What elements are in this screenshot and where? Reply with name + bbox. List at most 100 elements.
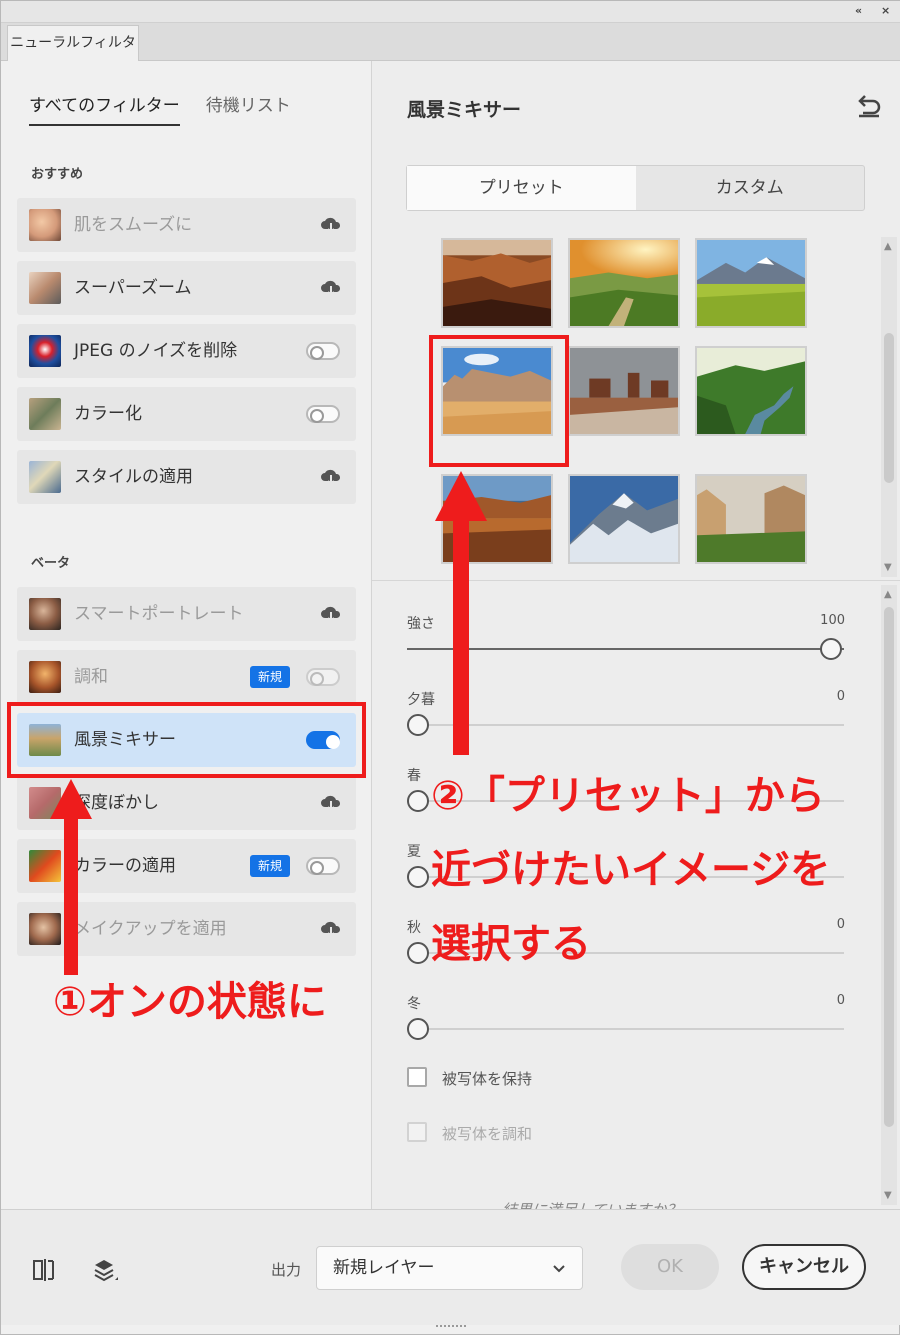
annotation-step1: ①オンの状態に: [53, 979, 327, 1025]
preset-monument-valley[interactable]: [568, 346, 680, 436]
segment-custom[interactable]: カスタム: [636, 166, 865, 210]
scroll-down-icon[interactable]: ▼: [884, 562, 892, 573]
filter-item-style-transfer[interactable]: スタイルの適用: [17, 450, 356, 504]
filter-item-harmonization[interactable]: 調和 新規: [17, 650, 356, 704]
annotation-step2-line2: 近づけたいイメージを: [431, 847, 831, 893]
slider-knob-summer[interactable]: [407, 866, 429, 888]
filter-tabs: すべてのフィルター 待機リスト: [29, 91, 291, 126]
slider-value-winter: 0: [836, 993, 845, 1008]
new-badge: 新規: [249, 666, 290, 688]
thumb-skin-smoothing: [29, 209, 61, 241]
filter-toggle[interactable]: [306, 342, 340, 360]
filter-item-label: スタイルの適用: [74, 467, 193, 487]
layers-icon[interactable]: [93, 1258, 119, 1282]
slider-value-strength: 100: [820, 613, 845, 628]
checkbox-label-harmonize-subject: 被写体を調和: [442, 1125, 533, 1143]
slider-knob-winter[interactable]: [407, 1018, 429, 1040]
panel-title: 風景ミキサー: [407, 99, 522, 121]
split-view-icon[interactable]: [31, 1258, 57, 1282]
preset-custom-segmented-control: プリセット カスタム: [406, 165, 865, 211]
cloud-download-icon[interactable]: [320, 215, 342, 235]
filter-item-super-zoom[interactable]: スーパーズーム: [17, 261, 356, 315]
panel-tab-strip: ニューラルフィルター: [1, 23, 900, 85]
output-value: 新規レイヤー: [333, 1258, 435, 1278]
slider-label-summer: 夏: [407, 844, 421, 860]
thumb-colorize: [29, 398, 61, 430]
bottom-bar: 出力 新規レイヤー OK キャンセル: [1, 1209, 900, 1325]
highlight-preset-desert-cliffs: [429, 335, 569, 467]
filter-item-smart-portrait[interactable]: スマートポートレート: [17, 587, 356, 641]
slider-knob-autumn[interactable]: [407, 942, 429, 964]
filter-list-panel: すべてのフィルター 待機リスト おすすめ 肌をスムーズに スーパーズーム JPE…: [1, 61, 372, 1209]
cloud-download-icon[interactable]: [320, 793, 342, 813]
slider-label-dusk: 夕暮: [407, 692, 435, 708]
annotation-arrow-up-right: [435, 471, 487, 755]
segment-preset[interactable]: プリセット: [407, 166, 636, 210]
cloud-download-icon[interactable]: [320, 919, 342, 939]
output-label: 出力: [271, 1261, 302, 1279]
filter-toggle[interactable]: [306, 405, 340, 423]
preset-river-valley[interactable]: [695, 346, 807, 436]
thumb-harmonization: [29, 661, 61, 693]
scroll-up-icon[interactable]: ▲: [884, 241, 892, 252]
preset-scrollbar[interactable]: ▲ ▼: [881, 237, 897, 577]
ok-button[interactable]: OK: [621, 1244, 719, 1290]
close-icon[interactable]: ×: [881, 4, 890, 17]
tab-all-filters[interactable]: すべてのフィルター: [29, 91, 180, 126]
slider-knob-dusk[interactable]: [407, 714, 429, 736]
slider-knob-spring[interactable]: [407, 790, 429, 812]
new-badge: 新規: [249, 855, 290, 877]
preset-yosemite-valley[interactable]: [695, 474, 807, 564]
scroll-down-icon[interactable]: ▼: [884, 1190, 892, 1201]
window-titlebar: « ×: [1, 1, 900, 23]
highlight-landscape-mixer: [7, 702, 366, 778]
filter-item-jpeg-noise[interactable]: JPEG のノイズを削除: [17, 324, 356, 378]
filter-toggle[interactable]: [306, 857, 340, 875]
thumb-smart-portrait: [29, 598, 61, 630]
cloud-download-icon[interactable]: [320, 467, 342, 487]
filter-item-label: 調和: [74, 667, 108, 687]
tab-wait-list[interactable]: 待機リスト: [206, 91, 291, 126]
cancel-button[interactable]: キャンセル: [742, 1244, 866, 1290]
checkbox-label-preserve-subject: 被写体を保持: [442, 1070, 533, 1088]
filter-item-label: JPEG のノイズを削除: [74, 341, 238, 361]
panel-tab-neural-filters[interactable]: ニューラルフィルター: [7, 25, 139, 85]
filter-item-skin-smoothing[interactable]: 肌をスムーズに: [17, 198, 356, 252]
cloud-download-icon[interactable]: [320, 604, 342, 624]
preset-mountain-meadow[interactable]: [695, 238, 807, 328]
filter-item-label: カラー化: [74, 404, 142, 424]
reset-icon[interactable]: [855, 95, 883, 119]
filter-item-colorize[interactable]: カラー化: [17, 387, 356, 441]
resize-grip[interactable]: [436, 1325, 466, 1331]
filter-item-label: 肌をスムーズに: [74, 215, 193, 235]
section-recommended: おすすめ: [31, 167, 84, 182]
collapse-icon[interactable]: «: [855, 4, 862, 17]
slider-label-winter: 冬: [407, 996, 421, 1012]
filter-item-label: スマートポートレート: [74, 604, 244, 624]
preset-sunrise-meadow[interactable]: [568, 238, 680, 328]
filter-item-label: メイクアップを適用: [74, 919, 227, 939]
annotation-step2-line1: ②「プリセット」から: [431, 773, 825, 819]
filter-toggle[interactable]: [306, 668, 340, 686]
preset-snowy-peaks[interactable]: [568, 474, 680, 564]
slider-label-spring: 春: [407, 768, 421, 784]
thumb-style-transfer: [29, 461, 61, 493]
scroll-thumb[interactable]: [884, 607, 894, 1127]
slider-track-winter[interactable]: [407, 1028, 844, 1030]
thumb-super-zoom: [29, 272, 61, 304]
cloud-download-icon[interactable]: [320, 278, 342, 298]
checkbox-harmonize-subject[interactable]: [407, 1122, 427, 1142]
settings-scrollbar[interactable]: ▲ ▼: [881, 585, 897, 1205]
annotation-step2-line3: 選択する: [431, 921, 591, 967]
preset-canyon[interactable]: [441, 238, 553, 328]
slider-value-dusk: 0: [836, 689, 845, 704]
output-dropdown[interactable]: 新規レイヤー: [316, 1246, 583, 1290]
thumb-jpeg-noise: [29, 335, 61, 367]
checkbox-preserve-subject[interactable]: [407, 1067, 427, 1087]
scroll-up-icon[interactable]: ▲: [884, 589, 892, 600]
slider-label-strength: 強さ: [407, 616, 435, 632]
scroll-thumb[interactable]: [884, 333, 894, 483]
filter-item-label: スーパーズーム: [74, 278, 192, 298]
slider-knob-strength[interactable]: [820, 638, 842, 660]
annotation-arrow-up-left: [50, 779, 92, 975]
